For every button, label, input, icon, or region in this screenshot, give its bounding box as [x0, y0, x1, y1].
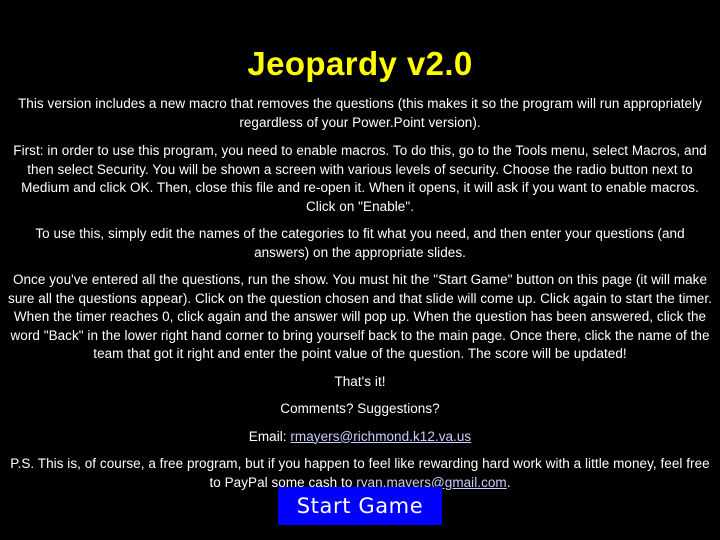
ps-text-after: . [506, 474, 511, 490]
start-game-button[interactable]: Start Game [278, 487, 442, 525]
paragraph-email: Email: rmayers@richmond.k12.va.us [6, 428, 714, 447]
paragraph-intro: This version includes a new macro that r… [18, 96, 702, 130]
paragraph-thats-it: That's it! [334, 373, 386, 389]
paragraph-usage: To use this, simply edit the names of th… [35, 226, 685, 260]
paragraph-comments: Comments? Suggestions? [280, 401, 440, 416]
email-link[interactable]: rmayers@richmond.k12.va.us [290, 429, 471, 444]
email-label: Email: [248, 428, 291, 444]
jeopardy-intro-slide: Jeopardy v2.0 This version includes a ne… [0, 0, 720, 540]
instructions-body: This version includes a new macro that r… [6, 95, 714, 501]
page-title: Jeopardy v2.0 [247, 45, 473, 82]
paragraph-enable-macros: First: in order to use this program, you… [13, 143, 707, 214]
paragraph-gameplay: Once you've entered all the questions, r… [8, 272, 712, 361]
